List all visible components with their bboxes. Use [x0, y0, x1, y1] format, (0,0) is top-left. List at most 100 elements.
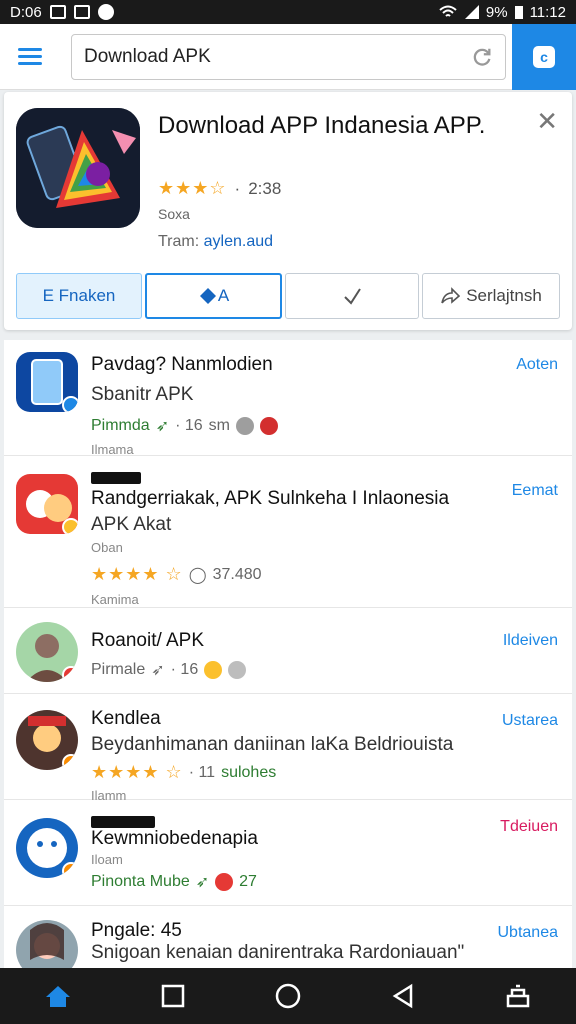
app-store-icon: c	[533, 46, 555, 68]
app-stats-value: · 16	[175, 417, 203, 434]
favorite-button[interactable]	[285, 273, 419, 319]
tag-badge	[91, 816, 155, 828]
app-name: Randgerriakak, APK Sulnkeha I Inlaonesia	[91, 488, 450, 509]
share-icon	[441, 287, 461, 304]
share-button[interactable]: Serlajtnsh	[422, 273, 560, 319]
app-stats-value: · 11	[188, 763, 216, 781]
app-icon	[16, 352, 78, 412]
search-input[interactable]	[84, 43, 464, 71]
featured-developer: Tram: aylen.aud	[158, 233, 273, 251]
list-item[interactable]: Roanoit/ APK Pirmale ➶ · 16 Ildeiven	[4, 610, 572, 694]
developer-link[interactable]: aylen.aud	[204, 233, 273, 250]
list-item[interactable]: Pavdag? Nanmlodien Sbanitr APK Pimmda ➶ …	[4, 340, 572, 457]
emoji-icon	[204, 661, 223, 679]
app-category: Ilamm	[91, 788, 127, 803]
square-icon	[161, 984, 185, 1008]
app-category: Ilmama	[91, 442, 134, 457]
action-tab-button[interactable]: A	[145, 273, 282, 319]
app-stats-value: 27	[239, 873, 257, 890]
close-icon[interactable]: ✕	[536, 106, 558, 137]
status-time-right: 11:12	[529, 3, 566, 21]
app-subtitle: Snigoan kenaian danirentraka Rardoniauan…	[91, 942, 465, 963]
settings-notification-icon	[97, 4, 114, 20]
store-button[interactable]	[494, 976, 542, 1016]
tag-icon	[199, 288, 216, 304]
app-meta: Iloam	[91, 852, 123, 867]
app-action-link[interactable]: Ubtanea	[498, 924, 559, 942]
app-stats: Pirmale ➶ · 16	[91, 660, 247, 680]
status-time-left: D:06	[10, 3, 42, 21]
emoji-icon	[236, 417, 254, 435]
gallery-icon	[73, 5, 90, 19]
home-button[interactable]	[34, 976, 82, 1016]
battery-icon	[514, 6, 523, 19]
app-stats-value: · 16	[170, 661, 199, 678]
app-name: Pavdag? Nanmlodien	[91, 354, 273, 375]
developer-prefix: Tram:	[158, 233, 200, 250]
back-button[interactable]	[379, 976, 427, 1016]
emoji-icon	[215, 873, 234, 891]
share-label: Serlajtnsh	[466, 286, 542, 305]
tag-badge	[91, 472, 141, 484]
app-icon	[16, 920, 78, 968]
app-stats-label: Pimmda	[91, 417, 150, 434]
list-item[interactable]: Randgerriakak, APK Sulnkeha I Inlaonesia…	[4, 458, 572, 608]
app-stats-label: Pirmale	[91, 661, 146, 678]
list-item[interactable]: Pngale: 45 Snigoan kenaian danirentraka …	[4, 908, 572, 968]
install-button[interactable]: E Fnaken	[16, 273, 142, 319]
rating-separator: ·	[234, 178, 241, 198]
app-icon	[16, 622, 78, 682]
menu-icon[interactable]	[18, 48, 42, 66]
top-action-button[interactable]: c	[512, 24, 576, 90]
app-stats: ★★★★ ☆ · 11 sulohes	[91, 762, 276, 783]
app-action-link[interactable]: Ustarea	[502, 712, 558, 730]
emoji-icon	[228, 661, 247, 679]
home-icon	[45, 986, 70, 1007]
featured-app-icon[interactable]	[16, 108, 140, 228]
status-bar: D:06 9% 11:12	[0, 0, 576, 24]
bottom-navigation	[0, 968, 576, 1024]
check-icon	[344, 288, 361, 305]
app-stats-extra: sulohes	[221, 763, 277, 781]
star-rating-icon: ★★★☆	[158, 178, 227, 198]
search-header: c	[0, 24, 576, 90]
refresh-icon[interactable]	[471, 46, 493, 68]
store-icon	[507, 984, 530, 1008]
app-stats-extra: sm	[208, 417, 230, 434]
app-name: Kewmniobedenapia	[91, 828, 258, 849]
app-action-link[interactable]: Tdeiuen	[500, 818, 558, 836]
app-stats: ★★★★ ☆ ◯ 37.480	[91, 564, 262, 585]
app-action-link[interactable]: Aoten	[516, 356, 558, 374]
app-icon	[16, 710, 78, 770]
back-triangle-icon	[392, 983, 413, 1009]
app-icon	[16, 818, 78, 878]
featured-app-title: Download APP Indanesia APP.	[158, 112, 486, 139]
app-icon	[16, 474, 78, 534]
emoji-icon	[260, 417, 278, 435]
comment-icon: ◯	[188, 566, 207, 584]
signal-icon	[464, 5, 479, 19]
app-list: Pavdag? Nanmlodien Sbanitr APK Pimmda ➶ …	[4, 340, 572, 968]
app-subtitle: Sbanitr APK	[91, 384, 194, 405]
search-box[interactable]	[71, 34, 506, 80]
app-subtitle: Beydanhimanan daniinan laKa Beldriouista	[91, 734, 454, 755]
list-item[interactable]: Kewmniobedenapia Iloam Pinonta Mube ➶ 27…	[4, 802, 572, 906]
trend-icon: ➶	[155, 418, 170, 435]
app-action-link[interactable]: Ildeiven	[503, 632, 558, 650]
app-name: Kendlea	[91, 708, 161, 729]
app-action-link[interactable]: Eemat	[512, 482, 558, 500]
app-stats-value: 37.480	[212, 565, 262, 583]
star-rating-icon: ★★★★ ☆	[91, 762, 183, 782]
app-category: Kamima	[91, 592, 139, 607]
app-subtitle: APK Akat	[91, 514, 172, 535]
star-rating-icon: ★★★★ ☆	[91, 564, 183, 584]
list-item[interactable]: Kendlea Beydanhimanan daniinan laKa Beld…	[4, 696, 572, 803]
featured-actions: E Fnaken A Serlajtnsh	[16, 273, 560, 319]
recent-apps-button[interactable]	[149, 976, 197, 1016]
trend-icon: ➶	[151, 662, 165, 679]
notification-icon	[49, 5, 66, 19]
home-circle-button[interactable]	[264, 976, 312, 1016]
featured-app-card: Download APP Indanesia APP. ✕ ★★★☆ · 2:3…	[4, 92, 572, 330]
featured-rating-value: 2:38	[248, 178, 282, 198]
app-name: Pngale: 45	[91, 920, 182, 941]
